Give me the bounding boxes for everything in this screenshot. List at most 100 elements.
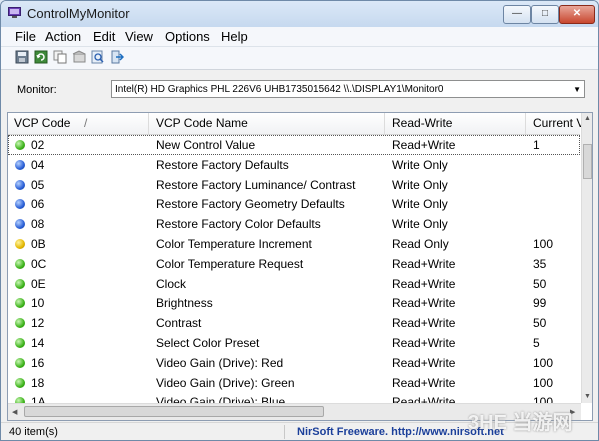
header-vcp-code-name[interactable]: VCP Code Name — [156, 116, 248, 130]
vcp-name-cell: Video Gain (Drive): Red — [156, 355, 284, 370]
vcp-name-cell: Clock — [156, 276, 187, 291]
vcp-code-cell: 06 — [31, 197, 45, 212]
menu-file[interactable]: File — [15, 29, 36, 44]
vcp-name-cell: Restore Factory Color Defaults — [156, 217, 321, 232]
vcp-code-cell: 02 — [31, 138, 45, 152]
vcp-name-cell: Select Color Preset — [156, 336, 260, 350]
scroll-down-icon[interactable]: ▼ — [584, 393, 591, 400]
minimize-button[interactable]: — — [503, 5, 531, 24]
read-write-cell: Write Only — [392, 157, 448, 172]
current-value-cell: 50 — [533, 276, 547, 291]
table-row[interactable]: 02 New Control Value Read+Write 1 — [8, 135, 580, 155]
menu-help[interactable]: Help — [221, 29, 248, 44]
close-button[interactable]: ✕ — [559, 5, 595, 24]
column-divider[interactable] — [148, 113, 149, 134]
table-row[interactable]: 16 Video Gain (Drive): Red Read+Write 100 — [8, 353, 580, 373]
vcp-code-cell: 18 — [31, 375, 45, 390]
menu-view[interactable]: View — [125, 29, 153, 44]
sort-indicator: / — [84, 116, 88, 130]
watermark-logo: 3HE 当游网 — [468, 412, 573, 434]
read-write-cell: Read+Write — [392, 296, 456, 311]
maximize-button[interactable]: □ — [531, 5, 559, 24]
find-icon[interactable] — [91, 50, 105, 64]
vertical-scrollbar[interactable]: ▲ ▼ — [581, 113, 592, 403]
scroll-left-icon[interactable]: ◀ — [12, 408, 17, 416]
save-icon[interactable] — [15, 50, 29, 64]
table-row[interactable]: 06 Restore Factory Geometry Defaults Write… — [8, 194, 580, 214]
current-value-cell: 99 — [533, 296, 547, 311]
status-dot-icon — [15, 219, 25, 230]
monitor-row: Monitor: Intel(R) HD Graphics PHL 226V6 … — [1, 70, 598, 110]
vcp-code-cell: 12 — [31, 316, 45, 331]
status-dot-icon — [15, 239, 25, 249]
menu-options[interactable]: Options — [165, 29, 210, 44]
current-value-cell: 50 — [533, 316, 547, 331]
vcp-name-cell: Color Temperature Increment — [156, 237, 312, 251]
vcp-code-cell: 16 — [31, 355, 45, 370]
vcp-code-cell: 0E — [31, 276, 46, 291]
header-read-write[interactable]: Read-Write — [392, 116, 452, 130]
scroll-up-icon[interactable]: ▲ — [584, 115, 591, 122]
vertical-scroll-thumb[interactable] — [583, 144, 592, 179]
exit-icon[interactable] — [110, 50, 124, 64]
status-dot-icon — [15, 179, 25, 190]
vcp-name-cell: New Control Value — [156, 138, 256, 152]
current-value-cell: 35 — [533, 256, 547, 271]
table-row[interactable]: 0B Color Temperature Increment Read Only 10… — [8, 234, 580, 254]
status-dot-icon — [15, 298, 25, 309]
item-count: 40 item(s) — [9, 426, 58, 438]
read-write-cell: Write Only — [392, 177, 448, 192]
status-dot-icon — [15, 278, 25, 289]
current-value-cell: 100 — [533, 355, 554, 370]
monitor-select[interactable]: Intel(R) HD Graphics PHL 226V6 UHB173501… — [111, 80, 585, 98]
vcp-list[interactable]: VCP Code / VCP Code Name Read-Write Curr… — [7, 112, 593, 421]
status-dot-icon — [15, 377, 25, 388]
table-row[interactable]: 14 Select Color Preset Read+Write 5 — [8, 333, 580, 353]
table-row[interactable]: 05 Restore Factory Luminance/ Contrast Wri… — [8, 175, 580, 195]
column-divider[interactable] — [525, 113, 526, 134]
menu-edit[interactable]: Edit — [93, 29, 115, 44]
header-vcp-code[interactable]: VCP Code — [14, 116, 70, 130]
vcp-code-cell: 08 — [31, 217, 45, 232]
refresh-icon[interactable] — [34, 50, 48, 64]
properties-icon[interactable] — [72, 50, 86, 64]
vcp-code-cell: 10 — [31, 296, 45, 311]
read-write-cell: Write Only — [392, 217, 448, 232]
chevron-down-icon[interactable]: ▼ — [573, 81, 581, 97]
current-value-cell: 5 — [533, 336, 540, 350]
table-header: VCP Code / VCP Code Name Read-Write Curr… — [8, 113, 584, 135]
copy-icon[interactable] — [53, 50, 67, 64]
app-icon — [8, 7, 21, 18]
vcp-code-cell: 04 — [31, 157, 45, 172]
vcp-code-cell: 14 — [31, 336, 45, 350]
table-row[interactable]: 04 Restore Factory Defaults Write Only — [8, 155, 580, 175]
table-row[interactable]: 18 Video Gain (Drive): Green Read+Write 100 — [8, 373, 580, 393]
vcp-code-cell: 0C — [31, 256, 47, 271]
vcp-name-cell: Restore Factory Defaults — [156, 157, 289, 172]
read-write-cell: Write Only — [392, 197, 448, 212]
title-bar[interactable]: ControlMyMonitor — □ ✕ — [1, 1, 598, 27]
status-dot-icon — [15, 140, 25, 150]
header-current-value[interactable]: Current V — [533, 116, 584, 130]
vcp-name-cell: Color Temperature Request — [156, 256, 304, 271]
current-value-cell: 1 — [533, 138, 540, 152]
window-title: ControlMyMonitor — [27, 6, 130, 21]
column-divider[interactable] — [384, 113, 385, 134]
table-row[interactable]: 10 Brightness Read+Write 99 — [8, 293, 580, 313]
vcp-name-cell: Restore Factory Geometry Defaults — [156, 197, 345, 212]
toolbar — [1, 47, 598, 70]
monitor-label: Monitor: — [17, 84, 57, 96]
vcp-name-cell: Brightness — [156, 296, 213, 311]
horizontal-scroll-thumb[interactable] — [24, 406, 324, 417]
vcp-name-cell: Contrast — [156, 316, 202, 331]
menu-action[interactable]: Action — [45, 29, 81, 44]
table-row[interactable]: 12 Contrast Read+Write 50 — [8, 313, 580, 333]
read-write-cell: Read+Write — [392, 256, 456, 271]
table-row[interactable]: 0E Clock Read+Write 50 — [8, 274, 580, 294]
app-window: ControlMyMonitor — □ ✕ File Action Edit … — [0, 0, 599, 441]
table-row[interactable]: 08 Restore Factory Color Defaults Write On… — [8, 214, 580, 234]
table-row[interactable]: 0C Color Temperature Request Read+Write 35 — [8, 254, 580, 274]
status-divider — [284, 425, 285, 439]
read-write-cell: Read+Write — [392, 276, 456, 291]
vcp-name-cell: Restore Factory Luminance/ Contrast — [156, 177, 356, 192]
